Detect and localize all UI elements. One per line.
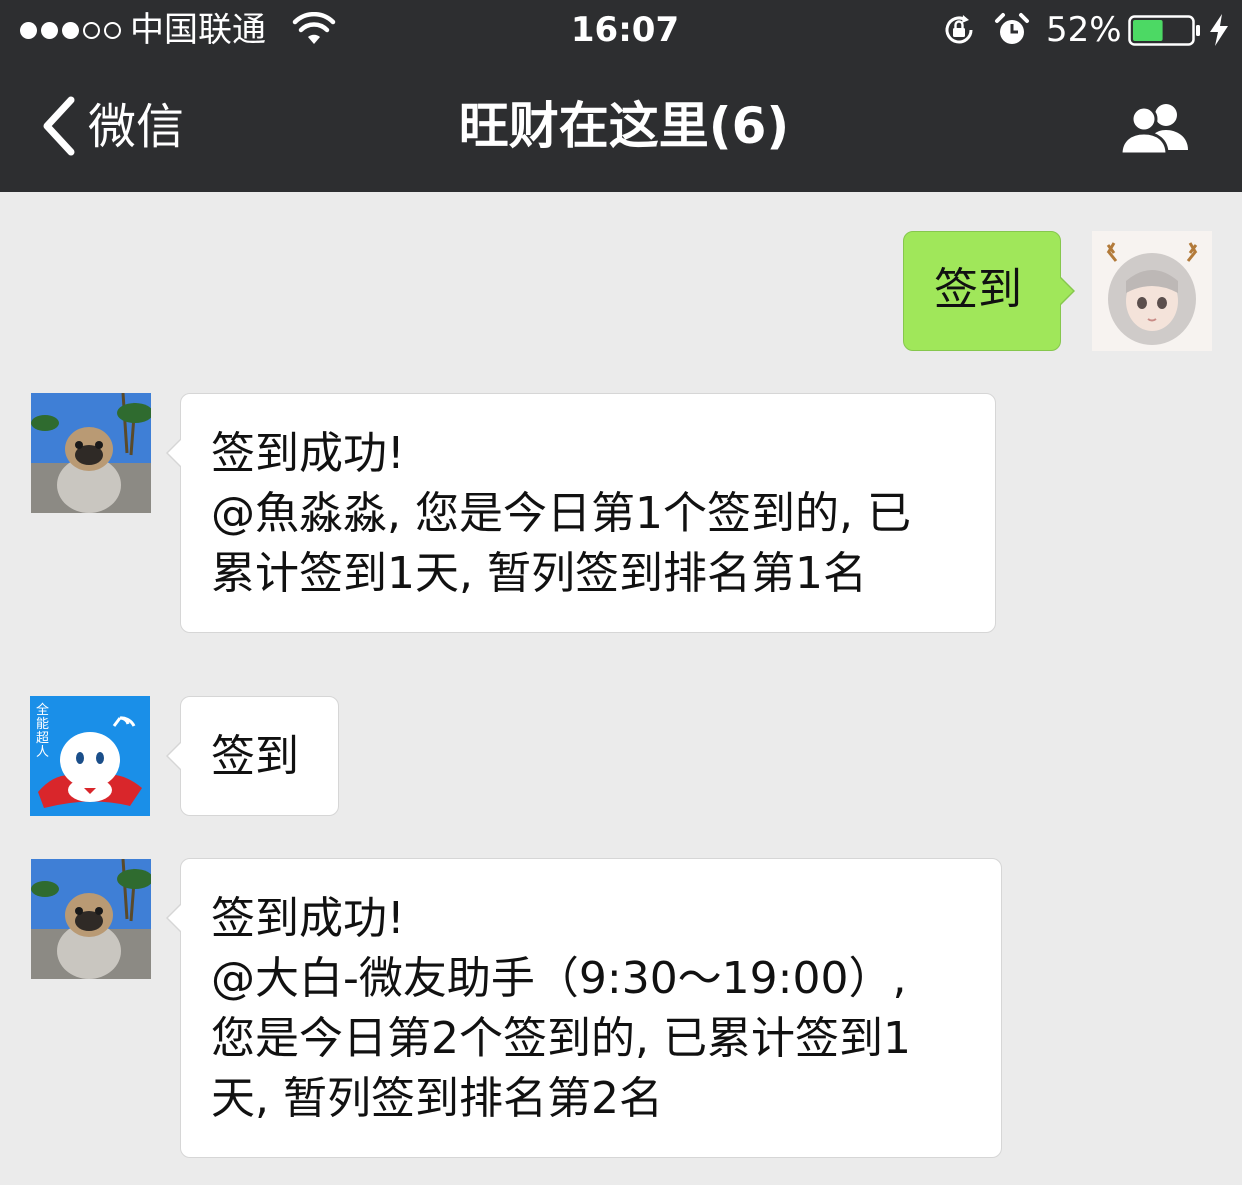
message-text-line: 天, 暂列签到排名第2名 bbox=[211, 1073, 663, 1124]
message-text-line: 签到成功! bbox=[211, 893, 405, 944]
battery-icon bbox=[1128, 15, 1200, 46]
message-text-line: @大白-微友助手（9:30～19:00）, bbox=[211, 953, 907, 1004]
charging-bolt-icon bbox=[1210, 14, 1228, 46]
robot-avatar[interactable]: 全能超人 bbox=[30, 696, 150, 816]
chat-title: 旺财在这里(6) bbox=[458, 97, 790, 155]
back-button[interactable]: 微信 bbox=[88, 96, 184, 158]
message-bubble-received[interactable]: 签到成功! @大白-微友助手（9:30～19:00）, 您是今日第2个签到的, … bbox=[166, 858, 1002, 1158]
alarm-icon bbox=[995, 13, 1029, 44]
battery-percent: 52% bbox=[1046, 10, 1122, 50]
message-bubble-sent[interactable]: 签到 bbox=[903, 231, 1075, 351]
pug-avatar[interactable] bbox=[31, 859, 151, 979]
carrier-name: 中国联通 bbox=[130, 10, 266, 50]
message-text: 签到 bbox=[211, 731, 299, 782]
chevron-left-icon[interactable] bbox=[38, 96, 80, 156]
message-text-line: 签到成功! bbox=[211, 428, 405, 479]
pug-avatar[interactable] bbox=[31, 393, 151, 513]
message-text-line: 累计签到1天, 暂列签到排名第1名 bbox=[211, 548, 867, 599]
wifi-icon bbox=[292, 12, 336, 44]
signal-strength-icon bbox=[20, 14, 130, 46]
message-bubble-received[interactable]: 签到 bbox=[166, 696, 339, 816]
message-text-line: 您是今日第2个签到的, 已累计签到1 bbox=[211, 1013, 911, 1064]
avatar-caption: 全能超人 bbox=[36, 703, 50, 760]
message-bubble-received[interactable]: 签到成功! @魚淼淼, 您是今日第1个签到的, 已 累计签到1天, 暂列签到排名… bbox=[166, 393, 996, 633]
anime-girl-avatar[interactable] bbox=[1092, 231, 1212, 351]
rotation-lock-icon bbox=[945, 15, 973, 44]
group-members-icon[interactable] bbox=[1118, 100, 1192, 156]
message-text: 签到 bbox=[934, 264, 1022, 315]
message-text-line: @魚淼淼, 您是今日第1个签到的, 已 bbox=[211, 488, 911, 539]
status-time: 16:07 bbox=[570, 10, 680, 50]
header: 中国联通 16:07 52% 微信 旺财在这里(6) bbox=[0, 0, 1242, 192]
status-bar: 中国联通 16:07 52% bbox=[0, 0, 1242, 64]
